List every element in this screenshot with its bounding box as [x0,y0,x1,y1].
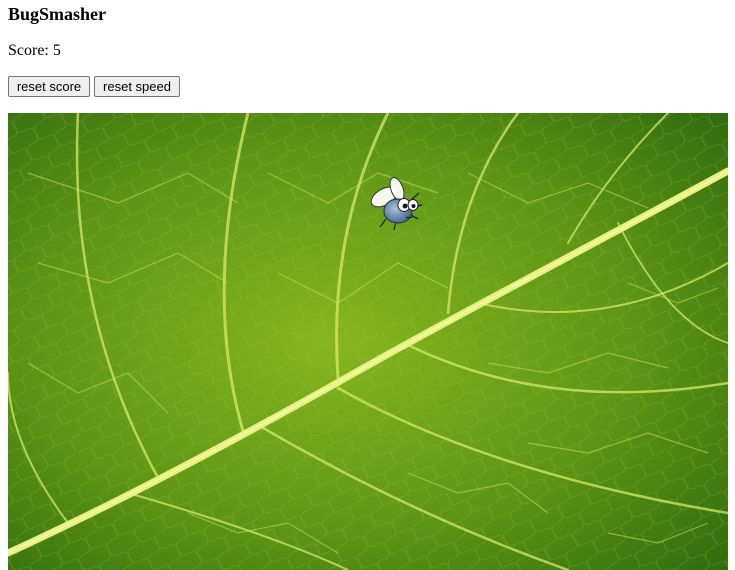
leaf-background [8,113,728,570]
score-value: 5 [52,42,61,59]
score-display: Score: 5 [8,41,61,61]
page-title: BugSmasher [8,4,107,24]
game-canvas[interactable] [8,113,728,570]
reset-speed-button[interactable]: reset speed [94,76,180,97]
reset-score-button[interactable]: reset score [8,76,90,97]
score-label: Score: [8,42,53,59]
